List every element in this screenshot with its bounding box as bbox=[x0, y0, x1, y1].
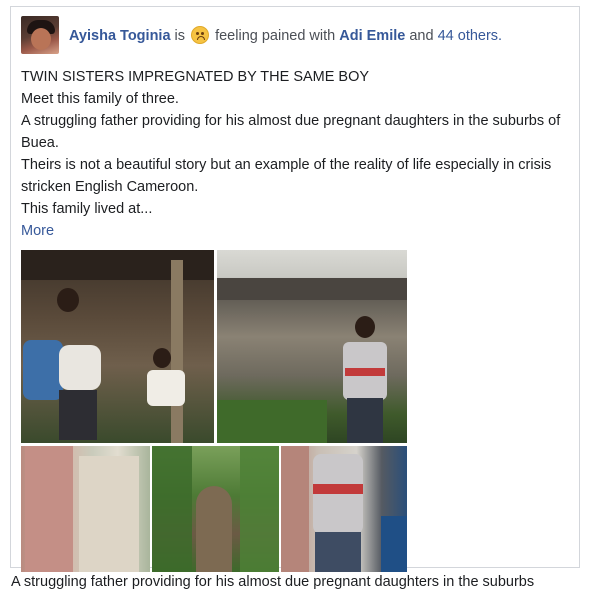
image-caption: A struggling father providing for his al… bbox=[11, 574, 535, 590]
photo-garden-path[interactable] bbox=[152, 446, 279, 572]
post-card: Ayisha Toginia is feeling pained with Ad… bbox=[10, 6, 580, 572]
photo-grid bbox=[21, 250, 407, 572]
post-header: Ayisha Toginia is feeling pained with Ad… bbox=[21, 16, 571, 56]
author-avatar[interactable] bbox=[21, 16, 59, 54]
is-text: is bbox=[174, 28, 186, 44]
feeling-text: feeling pained with bbox=[215, 28, 336, 44]
post-paragraph: This family lived at... bbox=[21, 201, 153, 217]
photo-father-closeup[interactable] bbox=[281, 446, 407, 572]
see-more-link[interactable]: More bbox=[21, 220, 576, 242]
author-name[interactable]: Ayisha Toginia bbox=[69, 28, 171, 44]
post-paragraph: Meet this family of three. bbox=[21, 91, 179, 107]
pained-face-icon bbox=[191, 26, 210, 44]
post-paragraph: Theirs is not a beautiful story but an e… bbox=[21, 157, 552, 195]
post-body: TWIN SISTERS IMPREGNATED BY THE SAME BOY… bbox=[21, 66, 576, 242]
post-title: TWIN SISTERS IMPREGNATED BY THE SAME BOY bbox=[21, 69, 370, 85]
and-text: and bbox=[409, 28, 434, 44]
photo-daughters-porch[interactable] bbox=[21, 250, 214, 443]
post-paragraph: A struggling father providing for his al… bbox=[21, 113, 561, 151]
avatar-face bbox=[31, 28, 51, 50]
photo-father-house[interactable] bbox=[217, 250, 407, 443]
others-link[interactable]: 44 others. bbox=[438, 28, 503, 44]
post-headline: Ayisha Toginia is feeling pained with Ad… bbox=[69, 26, 502, 44]
tagged-friend-link[interactable]: Adi Emile bbox=[339, 28, 405, 44]
photo-hanging-cloth[interactable] bbox=[21, 446, 150, 572]
